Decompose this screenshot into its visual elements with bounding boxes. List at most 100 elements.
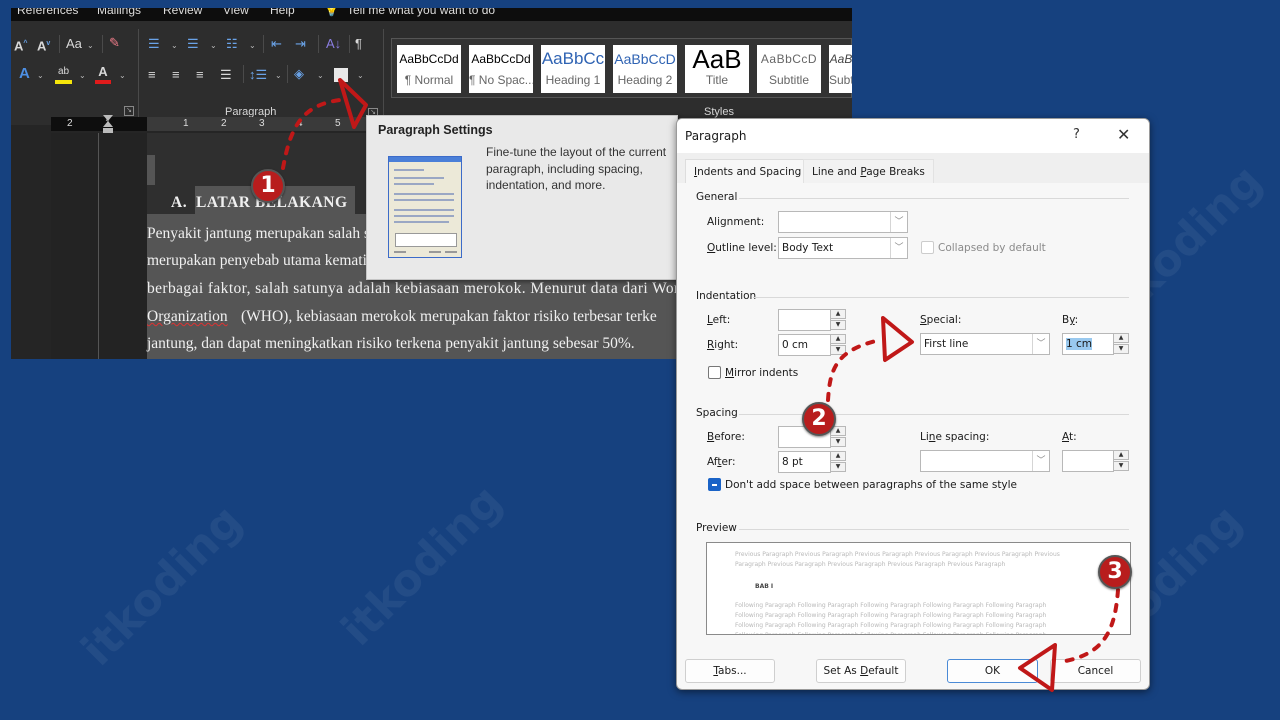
chevron-down-icon[interactable]: ⌄ xyxy=(275,71,282,80)
sort-icon[interactable]: A↓ xyxy=(326,36,341,52)
chevron-down-icon[interactable]: ⌄ xyxy=(119,71,126,80)
spacing-after-spinner[interactable]: ▲ ▼ xyxy=(830,451,846,473)
tab-indents-and-spacing[interactable]: Indents and Spacing xyxy=(685,159,811,183)
special-indent-select[interactable]: First line ﹀ xyxy=(920,333,1050,355)
text-effects-icon[interactable]: A xyxy=(19,66,30,82)
font-color-icon[interactable]: A xyxy=(95,64,111,84)
close-icon[interactable]: ✕ xyxy=(1117,125,1130,144)
dont-add-space-checkbox[interactable] xyxy=(708,478,721,491)
ruler-tick: 5 xyxy=(335,118,341,129)
ok-button[interactable]: OK xyxy=(947,659,1038,683)
chevron-down-icon[interactable]: ⌄ xyxy=(210,41,217,50)
chevron-down-icon[interactable]: ⌄ xyxy=(79,71,86,80)
spin-up-icon[interactable]: ▲ xyxy=(830,451,846,461)
chevron-down-icon[interactable]: ⌄ xyxy=(171,41,178,50)
ruler-tick: 2 xyxy=(67,118,73,129)
spin-down-icon[interactable]: ▼ xyxy=(830,437,846,447)
style-title[interactable]: AaB Title xyxy=(685,45,749,93)
right-indent-input[interactable]: 0 cm xyxy=(778,334,831,356)
shrink-font-icon[interactable]: Av xyxy=(37,36,50,54)
indentation-section-label: Indentation xyxy=(696,290,757,302)
change-case-button[interactable]: Aa xyxy=(66,36,82,52)
spin-up-icon[interactable]: ▲ xyxy=(830,334,846,344)
chevron-down-icon[interactable]: ⌄ xyxy=(87,41,94,50)
align-center-icon[interactable]: ≡ xyxy=(172,67,180,83)
style-heading-2[interactable]: AaBbCcD Heading 2 xyxy=(613,45,677,93)
chevron-down-icon[interactable]: ﹀ xyxy=(890,238,907,258)
style-subtitle[interactable]: AaBbCcD Subtitle xyxy=(757,45,821,93)
help-button[interactable]: ? xyxy=(1073,127,1080,142)
menu-help[interactable]: Help xyxy=(270,8,295,17)
spin-up-icon[interactable]: ▲ xyxy=(830,309,846,319)
spin-down-icon[interactable]: ▼ xyxy=(1113,461,1129,471)
chevron-down-icon[interactable]: ⌄ xyxy=(317,71,324,80)
paragraph-settings-tooltip: Paragraph Settings Fine-tune the layout … xyxy=(366,115,678,280)
chevron-down-icon[interactable]: ⌄ xyxy=(37,71,44,80)
shading-icon[interactable]: ◈ xyxy=(294,66,304,82)
spin-up-icon[interactable]: ▲ xyxy=(1113,450,1129,460)
menu-view[interactable]: View xyxy=(223,8,249,17)
align-left-icon[interactable]: ≡ xyxy=(148,67,156,83)
style-subtle-emphasis[interactable]: AaB Subt xyxy=(829,45,852,93)
bullets-icon[interactable]: ☰ xyxy=(148,36,160,52)
spin-down-icon[interactable]: ▼ xyxy=(830,462,846,472)
document-line: Penyakit jantung merupakan salah satu xyxy=(147,225,389,242)
spin-down-icon[interactable]: ▼ xyxy=(830,345,846,355)
font-dialog-launcher[interactable]: ↘ xyxy=(124,106,134,116)
style-heading-1[interactable]: AaBbCc Heading 1 xyxy=(541,45,605,93)
increase-indent-icon[interactable]: ⇥ xyxy=(295,36,306,52)
grow-font-icon[interactable]: A^ xyxy=(14,36,27,54)
at-spinner[interactable]: ▲ ▼ xyxy=(1113,450,1129,472)
line-spacing-icon[interactable]: ↕☰ xyxy=(249,67,267,83)
style-normal[interactable]: AaBbCcDd ¶ Normal xyxy=(397,45,461,93)
chevron-down-icon[interactable]: ⌄ xyxy=(357,71,364,80)
right-indent-spinner[interactable]: ▲ ▼ xyxy=(830,334,846,356)
left-indent-spinner[interactable]: ▲ ▼ xyxy=(830,309,846,331)
at-input[interactable] xyxy=(1062,450,1114,472)
show-formatting-marks-icon[interactable]: ¶ xyxy=(355,36,362,52)
ruler[interactable]: 2 1 1 2 3 4 5 xyxy=(51,117,371,131)
by-spinner[interactable]: ▲ ▼ xyxy=(1113,333,1129,355)
heading-number: A. xyxy=(171,194,188,211)
menu-references[interactable]: References xyxy=(17,8,78,17)
tabs-button[interactable]: Tabs... xyxy=(685,659,775,683)
line-spacing-select[interactable]: ﹀ xyxy=(920,450,1050,472)
cancel-button[interactable]: Cancel xyxy=(1050,659,1141,683)
spacing-section-label: Spacing xyxy=(696,407,738,419)
collapsed-by-default-checkbox[interactable] xyxy=(921,241,934,254)
left-indent-input[interactable] xyxy=(778,309,831,331)
chevron-down-icon[interactable]: ﹀ xyxy=(1032,334,1049,354)
spin-down-icon[interactable]: ▼ xyxy=(1113,344,1129,354)
at-label: At: xyxy=(1062,431,1077,443)
borders-icon[interactable] xyxy=(334,68,348,82)
paragraph-dialog: Paragraph ? ✕ Indents and Spacing Line a… xyxy=(676,118,1150,690)
menu-review[interactable]: Review xyxy=(163,8,202,17)
multilevel-list-icon[interactable]: ☷ xyxy=(226,36,238,52)
spacing-after-input[interactable]: 8 pt xyxy=(778,451,831,473)
menu-mailings[interactable]: Mailings xyxy=(97,8,141,17)
numbering-icon[interactable]: ☰ xyxy=(187,36,199,52)
document-line: jantung, dan dapat meningkatkan risiko t… xyxy=(147,335,635,352)
spin-down-icon[interactable]: ▼ xyxy=(830,320,846,330)
mirror-indents-checkbox[interactable] xyxy=(708,366,721,379)
by-input[interactable]: 1 cm xyxy=(1062,333,1114,355)
tell-me-search[interactable]: Tell me what you want to do xyxy=(347,8,495,17)
clear-formatting-icon[interactable]: ✎ xyxy=(109,35,120,51)
alignment-select[interactable]: ﹀ xyxy=(778,211,908,233)
highlight-color-icon[interactable]: ab xyxy=(55,64,72,84)
tab-line-and-page-breaks[interactable]: Line and Page Breaks xyxy=(803,159,934,183)
dialog-titlebar[interactable]: Paragraph ? ✕ xyxy=(677,119,1149,153)
chevron-down-icon[interactable]: ﹀ xyxy=(890,212,907,232)
style-no-spacing[interactable]: AaBbCcDd ¶ No Spac... xyxy=(469,45,533,93)
set-as-default-button[interactable]: Set As Default xyxy=(816,659,906,683)
spin-up-icon[interactable]: ▲ xyxy=(1113,333,1129,343)
chevron-down-icon[interactable]: ﹀ xyxy=(1032,451,1049,471)
justify-icon[interactable]: ☰ xyxy=(220,67,232,83)
decrease-indent-icon[interactable]: ⇤ xyxy=(271,36,282,52)
preview-following-text: Following Paragraph Following Paragraph … xyxy=(735,602,1047,634)
outline-level-select[interactable]: Body Text ﹀ xyxy=(778,237,908,259)
chevron-down-icon[interactable]: ⌄ xyxy=(249,41,256,50)
alignment-label: Alignment: xyxy=(707,216,765,228)
dialog-title: Paragraph xyxy=(685,129,747,143)
align-right-icon[interactable]: ≡ xyxy=(196,67,204,83)
